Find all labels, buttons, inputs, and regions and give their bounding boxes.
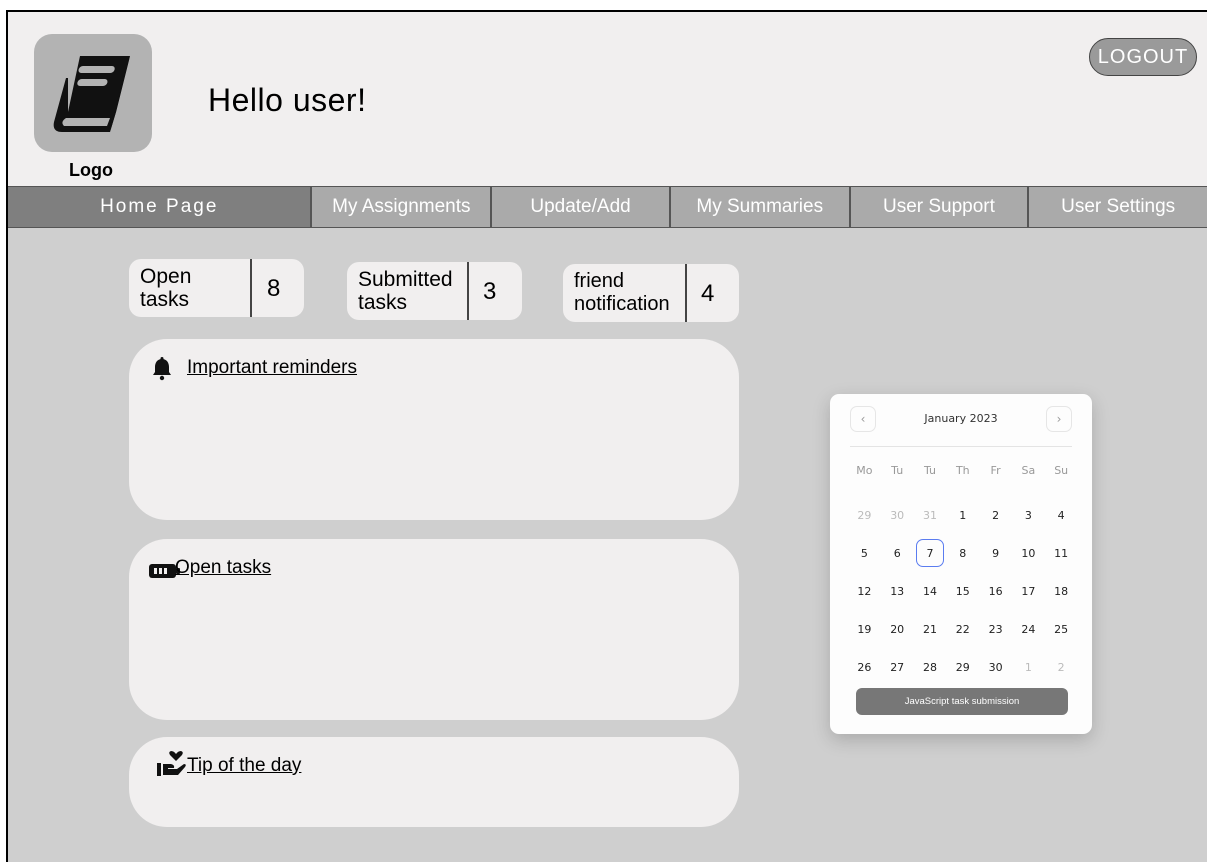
- important-reminders-link[interactable]: Important reminders: [187, 357, 357, 379]
- calendar-day[interactable]: 13: [881, 572, 914, 610]
- weekday-label: Tu: [923, 464, 936, 477]
- calendar-day[interactable]: 18: [1045, 572, 1078, 610]
- nav-user-support[interactable]: User Support: [851, 187, 1030, 227]
- calendar-day[interactable]: 22: [946, 610, 979, 648]
- stat-submitted-label-line2: tasks: [358, 291, 408, 314]
- calendar-day[interactable]: 2: [979, 496, 1012, 534]
- calendar-day[interactable]: 25: [1045, 610, 1078, 648]
- calendar-day-label: 7: [915, 539, 944, 567]
- hand-heart-icon: [157, 751, 186, 776]
- calendar-day-selected[interactable]: 7: [914, 534, 947, 572]
- calendar-day[interactable]: 15: [946, 572, 979, 610]
- calendar-day[interactable]: 27: [881, 648, 914, 686]
- calendar-day[interactable]: 23: [979, 610, 1012, 648]
- calendar-day[interactable]: 2: [1045, 648, 1078, 686]
- open-tasks-link[interactable]: Open tasks: [175, 557, 271, 579]
- calendar-day[interactable]: 17: [1012, 572, 1045, 610]
- nav-user-settings[interactable]: User Settings: [1029, 187, 1207, 227]
- main-nav: Home Page My Assignments Update/Add My S…: [8, 186, 1207, 228]
- app-frame: Logo Hello user! LOGOUT Home Page My Ass…: [6, 10, 1207, 862]
- tip-of-the-day-link[interactable]: Tip of the day: [187, 755, 301, 777]
- weekday-label: Sa: [1021, 464, 1036, 477]
- calendar-day[interactable]: 16: [979, 572, 1012, 610]
- event-button[interactable]: JavaScript task submission: [856, 688, 1068, 715]
- stat-submitted-label-line1: Submitted: [358, 268, 453, 291]
- bell-icon: [153, 357, 171, 381]
- calendar-day[interactable]: 14: [914, 572, 947, 610]
- nav-update-add[interactable]: Update/Add: [492, 187, 671, 227]
- calendar-day[interactable]: 3: [1012, 496, 1045, 534]
- chevron-right-icon[interactable]: ›: [1046, 406, 1072, 432]
- important-reminders-card: Important reminders: [129, 339, 739, 520]
- stat-submitted-label: Submitted tasks: [347, 268, 453, 314]
- stat-friends-label-line2: notification: [574, 293, 670, 315]
- stat-friends-label: friend notification: [563, 270, 670, 316]
- nav-my-summaries[interactable]: My Summaries: [671, 187, 851, 227]
- stat-divider: [685, 264, 687, 322]
- calendar-day[interactable]: 1: [1012, 648, 1045, 686]
- header: Logo Hello user! LOGOUT: [8, 12, 1207, 186]
- calendar-day[interactable]: 4: [1045, 496, 1078, 534]
- stat-friend-notification[interactable]: friend notification 4: [563, 264, 739, 322]
- calendar-day[interactable]: 30: [881, 496, 914, 534]
- calendar-day[interactable]: 29: [946, 648, 979, 686]
- calendar-day[interactable]: 20: [881, 610, 914, 648]
- calendar-day[interactable]: 29: [848, 496, 881, 534]
- book-icon: [53, 56, 130, 132]
- weekday-label: Su: [1054, 464, 1069, 477]
- stat-open-value: 8: [267, 275, 281, 302]
- calendar-day[interactable]: 21: [914, 610, 947, 648]
- calendar-widget: ‹ January 2023 › Mo Tu Tu Th Fr Sa Su 29 30 31 1 2 3…: [830, 394, 1092, 734]
- calendar-day[interactable]: 19: [848, 610, 881, 648]
- logout-button[interactable]: LOGOUT: [1089, 38, 1197, 76]
- weekday-label: Fr: [990, 464, 1001, 477]
- stat-divider: [250, 259, 252, 317]
- calendar-day[interactable]: 26: [848, 648, 881, 686]
- greeting-title: Hello user!: [208, 82, 367, 118]
- nav-home[interactable]: Home Page: [8, 187, 313, 227]
- stat-divider: [467, 262, 469, 320]
- calendar-day[interactable]: 30: [979, 648, 1012, 686]
- calendar-day[interactable]: 28: [914, 648, 947, 686]
- stat-friends-label-line1: friend: [574, 270, 625, 292]
- calendar-day[interactable]: 1: [946, 496, 979, 534]
- stat-submitted-tasks[interactable]: Submitted tasks 3: [347, 262, 522, 320]
- calendar-day[interactable]: 5: [848, 534, 881, 572]
- stat-open-label-line1: Open: [140, 265, 192, 288]
- logo[interactable]: [34, 34, 152, 152]
- stat-submitted-value: 3: [483, 278, 497, 305]
- calendar-grid: Mo Tu Tu Th Fr Sa Su 29 30 31 1 2 3 4 5 6 7 8 9 10 11 12 13 14 1…: [848, 458, 1078, 686]
- calendar-day[interactable]: 24: [1012, 610, 1045, 648]
- stat-open-label: Open tasks: [129, 265, 191, 311]
- calendar-day[interactable]: 31: [914, 496, 947, 534]
- stat-open-tasks[interactable]: Open tasks 8: [129, 259, 304, 317]
- stat-friends-value: 4: [701, 280, 715, 307]
- open-tasks-card: Open tasks: [129, 539, 739, 720]
- stat-open-label-line2: tasks: [140, 288, 190, 311]
- weekday-label: Tu: [891, 464, 904, 477]
- calendar-divider: [850, 446, 1072, 447]
- tip-of-the-day-card: Tip of the day: [129, 737, 739, 827]
- nav-my-assignments[interactable]: My Assignments: [312, 187, 493, 227]
- logo-label: Logo: [69, 160, 113, 180]
- calendar-day[interactable]: 8: [946, 534, 979, 572]
- calendar-day[interactable]: 6: [881, 534, 914, 572]
- calendar-day[interactable]: 10: [1012, 534, 1045, 572]
- calendar-day[interactable]: 12: [848, 572, 881, 610]
- weekday-label: Th: [955, 464, 970, 477]
- calendar-day[interactable]: 11: [1045, 534, 1078, 572]
- calendar-day[interactable]: 9: [979, 534, 1012, 572]
- weekday-label: Mo: [856, 464, 873, 477]
